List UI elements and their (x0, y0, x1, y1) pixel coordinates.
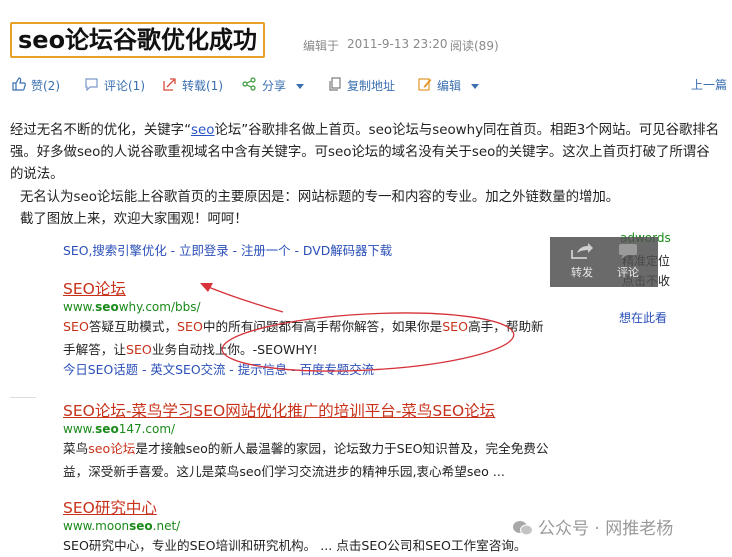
arrow-line (205, 285, 284, 313)
overlay-comment-button[interactable]: 评论 (608, 242, 648, 280)
share-overlay: 转发 评论 (550, 237, 658, 287)
highlight-ellipse (221, 312, 515, 372)
repost-arrow-icon (571, 243, 593, 259)
watermark-text: 公众号 · 网推老杨 (538, 519, 674, 539)
overlay-repost-label: 转发 (571, 266, 593, 279)
wechat-watermark: 公众号 · 网推老杨 (512, 514, 673, 539)
comment-bubble-icon (619, 244, 637, 259)
overlay-comment-label: 评论 (617, 266, 639, 279)
wechat-icon (513, 521, 533, 536)
overlay-repost-button[interactable]: 转发 (562, 242, 602, 280)
